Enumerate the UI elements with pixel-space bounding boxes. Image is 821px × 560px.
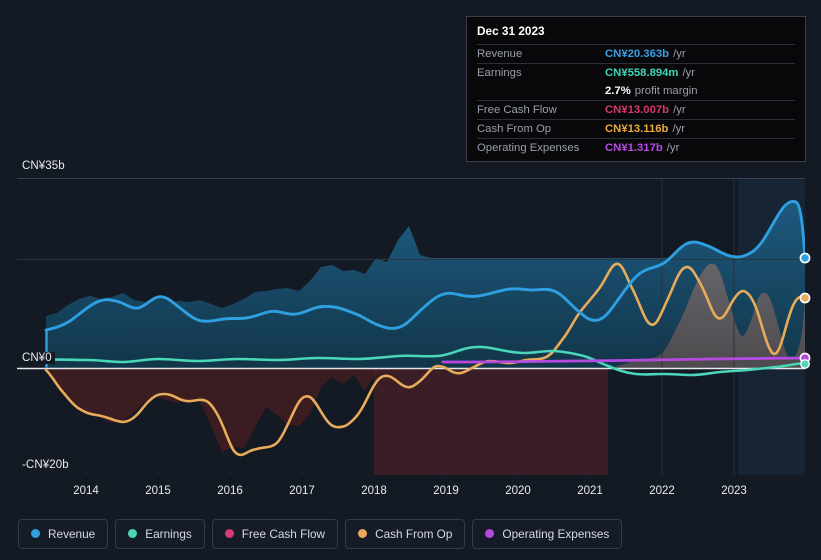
legend-label-cash-from-op: Cash From Op xyxy=(375,526,453,541)
x-axis-label-2015: 2015 xyxy=(145,485,171,497)
legend-item-cash-from-op[interactable]: Cash From Op xyxy=(345,518,466,549)
x-axis-label-2018: 2018 xyxy=(361,485,387,497)
tooltip-unit-profit-margin: profit margin xyxy=(634,85,698,97)
data-tooltip: Dec 31 2023 Revenue CN¥20.363b /yr Earni… xyxy=(466,16,806,162)
end-marker-earnings xyxy=(800,359,810,369)
tooltip-label-revenue: Revenue xyxy=(477,48,523,60)
x-axis-label-2017: 2017 xyxy=(289,485,315,497)
tooltip-value-revenue: CN¥20.363b xyxy=(605,48,670,60)
financial-chart-widget: CN¥35b CN¥0 -CN¥20b 2014 2015 2016 2017 … xyxy=(0,0,821,560)
tooltip-unit-revenue: /yr xyxy=(673,48,686,60)
tooltip-unit-cash-from-op: /yr xyxy=(672,123,685,135)
tooltip-row-revenue: Revenue CN¥20.363b /yr xyxy=(477,44,795,63)
tooltip-value-profit-margin: 2.7% xyxy=(605,85,631,97)
legend-dot-operating-expenses-icon xyxy=(485,529,495,538)
tooltip-label-cash-from-op: Cash From Op xyxy=(477,123,552,135)
x-axis-label-2014: 2014 xyxy=(73,485,99,497)
tooltip-unit-operating-expenses: /yr xyxy=(666,142,680,154)
cash-from-op-negative-area xyxy=(46,361,394,452)
tooltip-row-cash-from-op: Cash From Op CN¥13.116b /yr xyxy=(477,119,795,138)
tooltip-unit-free-cash-flow: /yr xyxy=(673,104,686,116)
tooltip-value-earnings: CN¥558.894m xyxy=(605,67,679,79)
legend-item-free-cash-flow[interactable]: Free Cash Flow xyxy=(211,518,339,549)
tooltip-value-free-cash-flow: CN¥13.007b xyxy=(605,104,670,116)
chart-legend: Revenue Earnings Free Cash Flow Cash Fro… xyxy=(0,507,821,560)
y-axis-label-bottom: -CN¥20b xyxy=(22,459,72,471)
tooltip-value-operating-expenses: CN¥1.317b xyxy=(605,142,663,154)
tooltip-value-cash-from-op: CN¥13.116b xyxy=(605,123,669,135)
x-axis-label-2020: 2020 xyxy=(505,485,531,497)
legend-dot-earnings-icon xyxy=(128,529,138,538)
x-axis-label-2021: 2021 xyxy=(577,485,603,497)
tooltip-label-free-cash-flow: Free Cash Flow xyxy=(477,104,557,116)
legend-dot-cash-from-op-icon xyxy=(358,529,368,538)
legend-item-operating-expenses[interactable]: Operating Expenses xyxy=(472,518,623,549)
x-axis-label-2022: 2022 xyxy=(649,485,675,497)
tooltip-row-profit-margin: 2.7% profit margin xyxy=(477,82,795,100)
tooltip-date: Dec 31 2023 xyxy=(477,24,545,38)
x-axis-label-2016: 2016 xyxy=(217,485,243,497)
y-axis-label-top: CN¥35b xyxy=(22,160,68,172)
legend-label-earnings: Earnings xyxy=(145,526,192,541)
legend-item-revenue[interactable]: Revenue xyxy=(18,518,109,549)
legend-item-earnings[interactable]: Earnings xyxy=(115,518,205,549)
tooltip-label-earnings: Earnings xyxy=(477,67,522,79)
tooltip-row-free-cash-flow: Free Cash Flow CN¥13.007b /yr xyxy=(477,100,795,119)
legend-label-free-cash-flow: Free Cash Flow xyxy=(241,526,326,541)
end-marker-cash-from-op xyxy=(799,292,811,304)
cash-from-op-highlight-band xyxy=(374,368,608,475)
y-axis-label-zero: CN¥0 xyxy=(22,352,55,364)
legend-dot-free-cash-flow-icon xyxy=(224,529,234,538)
tooltip-row-operating-expenses: Operating Expenses CN¥1.317b /yr xyxy=(477,138,795,157)
tooltip-row-earnings: Earnings CN¥558.894m /yr xyxy=(477,63,795,82)
legend-dot-revenue-icon xyxy=(31,529,40,538)
end-marker-revenue xyxy=(799,252,811,264)
legend-label-revenue: Revenue xyxy=(48,526,96,541)
tooltip-label-operating-expenses: Operating Expenses xyxy=(477,142,580,154)
x-axis-label-2019: 2019 xyxy=(433,485,459,497)
legend-label-operating-expenses: Operating Expenses xyxy=(502,526,610,541)
x-axis-label-2023: 2023 xyxy=(721,485,747,497)
tooltip-unit-earnings: /yr xyxy=(682,67,696,79)
